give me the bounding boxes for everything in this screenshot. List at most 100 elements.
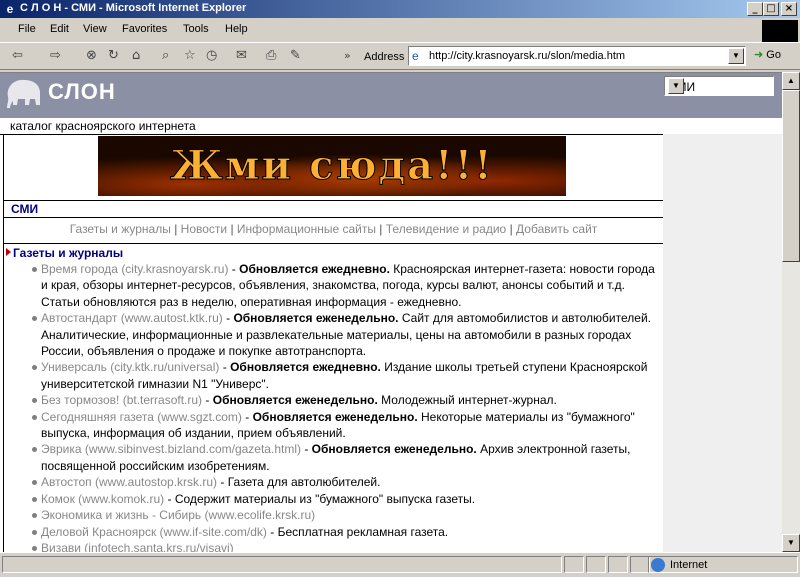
item-description: Бесплатная рекламная газета.: [277, 524, 449, 539]
bullet-icon: [32, 398, 37, 404]
item-dash: -: [241, 409, 253, 424]
main-content: Жми сюда!!! СМИ Газеты и журналы | Новос…: [3, 134, 664, 552]
address-url[interactable]: http://city.krasnoyarsk.ru/slon/media.ht…: [429, 50, 625, 62]
status-text-pane: [2, 556, 562, 573]
close-button[interactable]: ×: [781, 2, 797, 16]
list-item: Экономика и жизнь - Сибирь (www.ecolife.…: [4, 507, 663, 523]
site-link[interactable]: Без тормозов! (bt.terrasoft.ru): [41, 393, 202, 407]
windows-logo-icon: [762, 20, 798, 42]
update-frequency: Обновляется еженедельно.: [212, 393, 378, 408]
status-pane: [586, 556, 606, 573]
scroll-up-icon[interactable]: ▲: [782, 72, 800, 90]
menu-favorites[interactable]: Favorites: [122, 23, 167, 35]
site-link[interactable]: Время города (city.krasnoyarsk.ru): [41, 262, 228, 276]
chevron-down-icon[interactable]: ▼: [668, 78, 684, 94]
status-pane: [564, 556, 584, 573]
item-description: Молодежный интернет-журнал.: [377, 393, 557, 408]
site-link[interactable]: Сегодняшняя газета (www.sgzt.com): [41, 410, 242, 424]
site-link[interactable]: Комок (www.komok.ru): [41, 492, 164, 506]
bullet-icon: [32, 480, 37, 486]
site-link[interactable]: Автостоп (www.autostop.krsk.ru): [41, 475, 217, 489]
maximize-button[interactable]: □: [763, 2, 779, 16]
page-icon: e: [412, 49, 419, 63]
window-titlebar: e С Л О Н - СМИ - Microsoft Internet Exp…: [0, 0, 800, 18]
status-pane: [608, 556, 628, 573]
search-icon[interactable]: ⌕: [162, 48, 169, 63]
scroll-thumb[interactable]: [782, 90, 800, 262]
site-tagline: каталог красноярского интернета: [10, 119, 196, 133]
ad-banner[interactable]: Жми сюда!!!: [98, 136, 566, 196]
address-label: Address: [364, 51, 405, 63]
list-item: Автостоп (www.autostop.krsk.ru) - Газета…: [4, 474, 663, 490]
category-link-add-site[interactable]: Добавить сайт: [516, 222, 597, 236]
back-icon[interactable]: ⇦: [12, 48, 23, 63]
site-link[interactable]: Эврика (www.sibinvest.bizland.com/gazeta…: [41, 442, 301, 456]
stop-icon[interactable]: ⊗: [86, 48, 97, 63]
address-field[interactable]: e http://city.krasnoyarsk.ru/slon/media.…: [408, 46, 746, 66]
bullet-icon: [32, 414, 37, 420]
category-link-info-sites[interactable]: Информационные сайты: [237, 222, 376, 236]
vertical-scrollbar[interactable]: ▲ ▼: [782, 72, 800, 552]
item-dash: -: [300, 442, 312, 457]
section-heading: СМИ: [11, 202, 39, 216]
go-button[interactable]: ➜ Go: [754, 48, 781, 61]
list-item: Эврика (www.sibinvest.bizland.com/gazeta…: [4, 441, 663, 474]
site-link[interactable]: Универсаль (city.ktk.ru/universal): [41, 360, 219, 374]
site-link[interactable]: Автостандарт (www.autost.ktk.ru): [41, 311, 223, 325]
bullet-icon: [32, 513, 37, 519]
section-select[interactable]: СМИ ▼: [664, 76, 774, 96]
category-separator: |: [230, 222, 234, 236]
category-nav: Газеты и журналы | Новости | Информацион…: [4, 222, 663, 236]
item-dash: -: [266, 524, 278, 539]
list-heading: Газеты и журналы: [13, 246, 124, 260]
category-separator: |: [509, 222, 513, 236]
list-heading-bar: Газеты и журналы: [4, 243, 663, 261]
list-item: Время города (city.krasnoyarsk.ru) - Обн…: [4, 261, 663, 310]
site-link[interactable]: Визави (infotech.santa.krs.ru/visavi): [41, 541, 234, 552]
item-dash: -: [219, 360, 231, 375]
menu-file[interactable]: File: [18, 23, 36, 35]
history-icon[interactable]: ◷: [206, 48, 217, 63]
elephant-logo-icon[interactable]: [4, 75, 44, 109]
forward-icon[interactable]: ⇨: [50, 48, 61, 63]
favorites-icon[interactable]: ☆: [184, 48, 196, 63]
menu-edit[interactable]: Edit: [50, 23, 69, 35]
site-link[interactable]: Экономика и жизнь - Сибирь (www.ecolife.…: [41, 508, 315, 522]
menu-view[interactable]: View: [83, 23, 107, 35]
list-item: Деловой Красноярск (www.if-site.com/dk) …: [4, 524, 663, 540]
category-separator: |: [174, 222, 178, 236]
minimize-button[interactable]: _: [747, 2, 763, 16]
page-viewport: СЛОН СМИ ▼ каталог красноярского интерне…: [0, 72, 782, 552]
window-title: С Л О Н - СМИ - Microsoft Internet Explo…: [20, 2, 247, 14]
list-item: Комок (www.komok.ru) - Содержит материал…: [4, 491, 663, 507]
category-link-tv-radio[interactable]: Телевидение и радио: [386, 222, 506, 236]
print-icon[interactable]: ⎙: [266, 48, 276, 63]
item-dash: -: [228, 262, 240, 276]
update-frequency: Обновляется еженедельно.: [311, 442, 477, 457]
site-link[interactable]: Деловой Красноярск (www.if-site.com/dk): [41, 525, 267, 539]
right-sidebar: [663, 134, 782, 552]
status-pane: [630, 556, 650, 573]
go-arrow-icon: ➜: [754, 49, 764, 61]
mail-icon[interactable]: ✉: [236, 48, 247, 63]
menu-help[interactable]: Help: [225, 23, 248, 35]
scroll-down-icon[interactable]: ▼: [782, 534, 800, 552]
home-icon[interactable]: ⌂: [132, 48, 140, 63]
section-heading-bar: СМИ: [4, 200, 663, 218]
category-link-news[interactable]: Новости: [181, 222, 227, 236]
refresh-icon[interactable]: ↻: [108, 48, 119, 63]
edit-icon[interactable]: ✎: [290, 48, 301, 63]
menu-tools[interactable]: Tools: [183, 23, 209, 35]
list-item: Без тормозов! (bt.terrasoft.ru) - Обновл…: [4, 392, 663, 408]
list-item: Визави (infotech.santa.krs.ru/visavi): [4, 540, 663, 552]
security-zone-label: Internet: [670, 559, 708, 571]
item-dash: -: [217, 475, 228, 490]
update-frequency: Обновляется ежедневно.: [239, 262, 390, 276]
toolbar-overflow[interactable]: »: [344, 49, 351, 62]
category-link-newspapers[interactable]: Газеты и журналы: [70, 222, 171, 236]
chevron-down-icon[interactable]: ▼: [728, 48, 744, 64]
site-logo-text[interactable]: СЛОН: [48, 79, 116, 105]
item-description: Газета для автолюбителей.: [227, 475, 381, 490]
bullet-icon: [32, 496, 37, 502]
list-item: Сегодняшняя газета (www.sgzt.com) - Обно…: [4, 409, 663, 442]
